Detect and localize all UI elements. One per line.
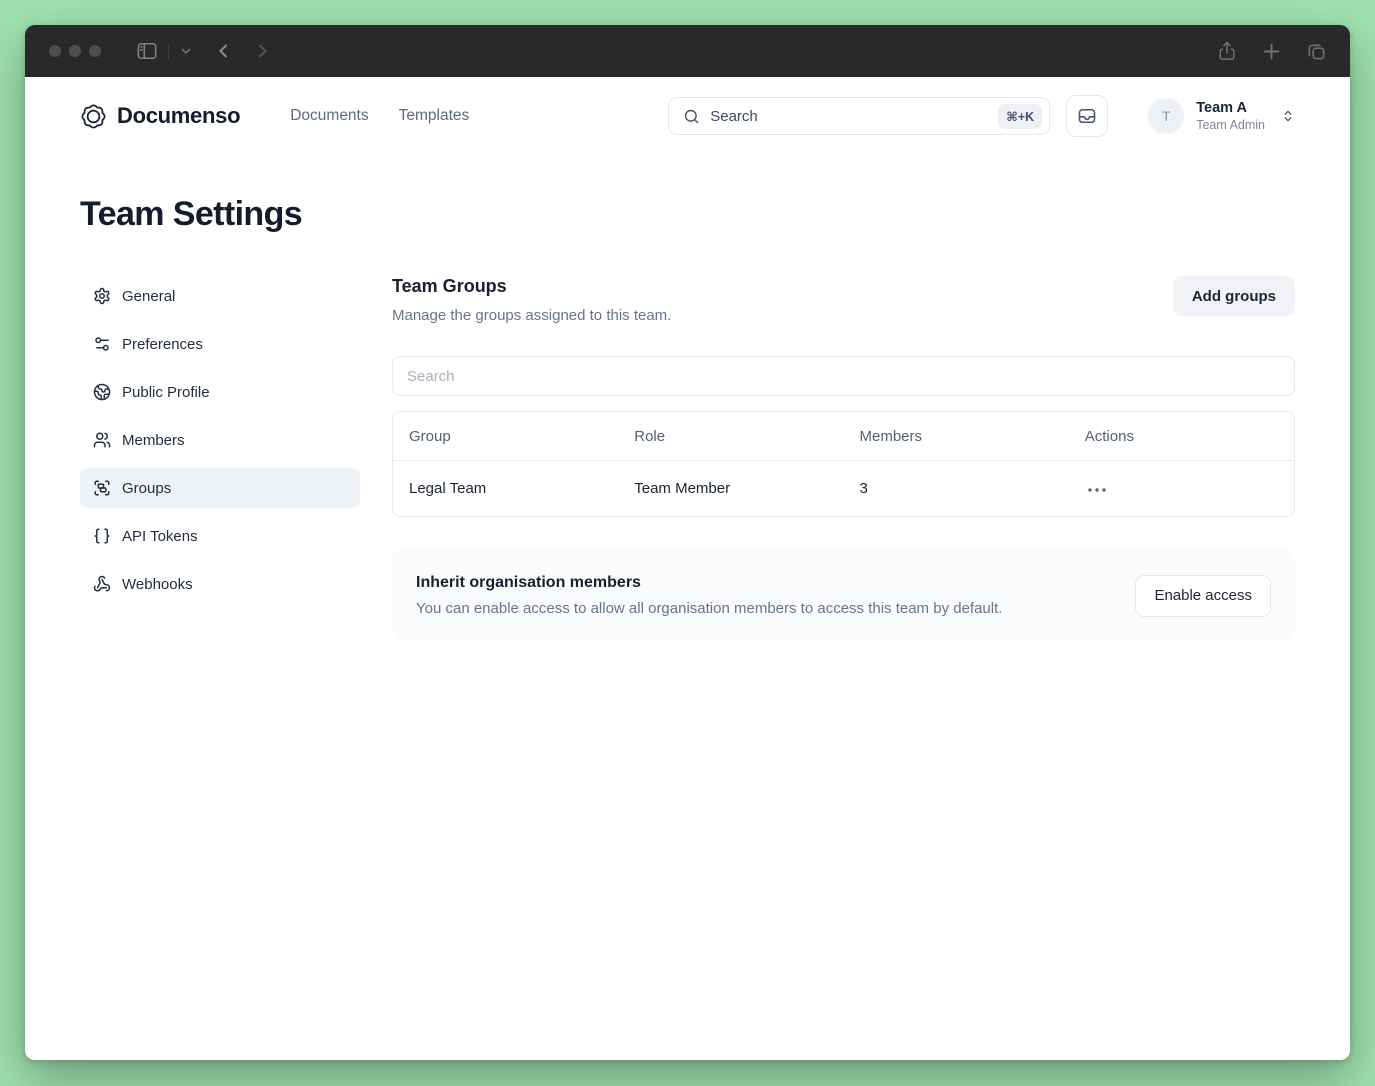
cell-members: 3 bbox=[843, 460, 1069, 516]
sidebar-toggle-icon[interactable] bbox=[137, 42, 157, 60]
documenso-seal-icon bbox=[80, 103, 107, 130]
back-icon[interactable] bbox=[216, 43, 232, 59]
search-icon bbox=[683, 108, 700, 125]
sidebar-item-label: Members bbox=[122, 431, 185, 449]
column-header-role: Role bbox=[634, 428, 666, 445]
sidebar-item-webhooks[interactable]: Webhooks bbox=[80, 564, 360, 604]
app-header: Documenso Documents Templates Search ⌘+K bbox=[80, 83, 1295, 149]
avatar: T bbox=[1148, 98, 1185, 134]
sliders-icon bbox=[93, 335, 111, 353]
sidebar-item-label: API Tokens bbox=[122, 527, 198, 545]
cell-group: Legal Team bbox=[393, 460, 619, 516]
section-title: Team Groups bbox=[392, 276, 507, 296]
globe-icon bbox=[93, 383, 111, 401]
new-tab-icon[interactable] bbox=[1263, 43, 1280, 60]
section-header: Team Groups Manage the groups assigned t… bbox=[392, 276, 1295, 324]
column-header-actions: Actions bbox=[1084, 428, 1134, 445]
sidebar-item-preferences[interactable]: Preferences bbox=[80, 324, 360, 364]
brand-name: Documenso bbox=[117, 103, 241, 128]
cell-role: Team Member bbox=[618, 460, 844, 516]
sidebar-item-label: Public Profile bbox=[122, 383, 210, 401]
sidebar-item-label: General bbox=[122, 287, 176, 305]
forward-icon[interactable] bbox=[254, 43, 270, 59]
gear-icon bbox=[93, 287, 111, 305]
app-content: Documenso Documents Templates Search ⌘+K bbox=[25, 77, 1350, 1060]
account-role: Team Admin bbox=[1196, 118, 1265, 133]
traffic-lights bbox=[49, 45, 101, 57]
groups-panel: Team Groups Manage the groups assigned t… bbox=[392, 276, 1295, 641]
braces-icon bbox=[93, 527, 111, 545]
inherit-description: You can enable access to allow all organ… bbox=[416, 600, 1003, 617]
groups-table: Group Role Members Actions Legal Team Te… bbox=[393, 412, 1294, 516]
close-button[interactable] bbox=[49, 45, 61, 57]
sidebar-item-label: Webhooks bbox=[122, 575, 193, 593]
table-row: Legal Team Team Member 3 bbox=[393, 460, 1294, 516]
account-team-name: Team A bbox=[1196, 99, 1247, 116]
titlebar-divider bbox=[168, 42, 169, 60]
table-header-row: Group Role Members Actions bbox=[393, 412, 1294, 461]
add-groups-button[interactable]: Add groups bbox=[1172, 276, 1295, 316]
inherit-members-card: Inherit organisation members You can ena… bbox=[392, 550, 1295, 641]
row-actions-button[interactable] bbox=[1085, 485, 1109, 495]
brand-home-link[interactable]: Documenso bbox=[80, 103, 241, 130]
window-titlebar bbox=[25, 25, 1350, 77]
ellipsis-icon bbox=[1087, 487, 1107, 493]
chevron-down-icon[interactable] bbox=[180, 45, 192, 57]
enable-access-button[interactable]: Enable access bbox=[1135, 574, 1271, 617]
search-placeholder-label: Search bbox=[710, 107, 758, 125]
sidebar-item-members[interactable]: Members bbox=[80, 420, 360, 460]
chevrons-up-down-icon bbox=[1281, 109, 1295, 123]
column-header-group: Group bbox=[409, 428, 451, 445]
column-header-members: Members bbox=[859, 428, 923, 445]
browser-window: Documenso Documents Templates Search ⌘+K bbox=[25, 25, 1350, 1060]
sidebar-item-groups[interactable]: Groups bbox=[80, 468, 360, 508]
inbox-icon bbox=[1077, 106, 1097, 126]
groups-search-input[interactable] bbox=[392, 356, 1295, 396]
groups-table-card: Group Role Members Actions Legal Team Te… bbox=[392, 411, 1295, 517]
settings-sidebar: General Preferences Public Profile Membe… bbox=[80, 276, 360, 604]
users-icon bbox=[93, 431, 111, 449]
sidebar-item-public-profile[interactable]: Public Profile bbox=[80, 372, 360, 412]
sidebar-item-label: Preferences bbox=[122, 335, 203, 353]
webhook-icon bbox=[93, 575, 111, 593]
inbox-button[interactable] bbox=[1066, 95, 1109, 137]
share-icon[interactable] bbox=[1218, 41, 1236, 61]
sidebar-item-api-tokens[interactable]: API Tokens bbox=[80, 516, 360, 556]
section-description: Manage the groups assigned to this team. bbox=[392, 307, 672, 324]
sidebar-item-label: Groups bbox=[122, 479, 172, 497]
page-title: Team Settings bbox=[80, 195, 303, 233]
inherit-title: Inherit organisation members bbox=[416, 574, 641, 591]
nav-documents[interactable]: Documents bbox=[290, 107, 368, 125]
search-shortcut-badge: ⌘+K bbox=[998, 103, 1043, 129]
settings-layout: General Preferences Public Profile Membe… bbox=[80, 276, 1295, 1060]
tab-overview-icon[interactable] bbox=[1307, 42, 1326, 61]
zoom-button[interactable] bbox=[89, 45, 101, 57]
group-frame-icon bbox=[93, 479, 111, 497]
primary-nav: Documents Templates bbox=[290, 107, 469, 125]
global-search[interactable]: Search ⌘+K bbox=[668, 97, 1051, 135]
nav-templates[interactable]: Templates bbox=[399, 107, 470, 125]
account-menu[interactable]: T Team A Team Admin bbox=[1148, 98, 1295, 134]
cell-actions bbox=[1068, 460, 1294, 516]
minimize-button[interactable] bbox=[69, 45, 81, 57]
sidebar-item-general[interactable]: General bbox=[80, 276, 360, 316]
